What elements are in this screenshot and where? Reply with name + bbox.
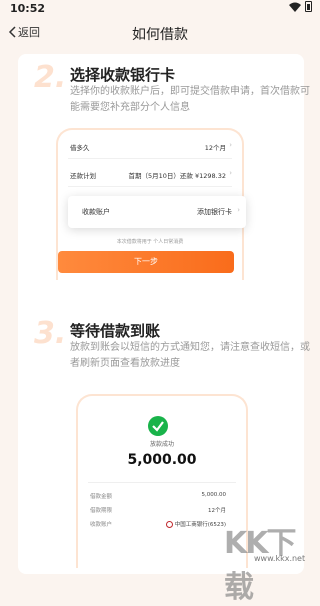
step-title: 等待借款到账 [70,322,161,340]
detail-label: 借款金额 [90,494,113,500]
nav-bar: 返回 如何借款 [0,18,320,48]
step-number: 2. [34,60,67,95]
bank-label: 收款账户 [82,208,110,216]
battery-icon [305,1,312,12]
row-label: 还款计划 [70,172,96,180]
step-description: 放款到账会以短信的方式通知您，请注意查收短信，或者刷新页面查看放款进度 [70,342,310,369]
row-value: 12个月 [204,144,226,152]
step-number: 3. [34,316,67,351]
bank-value: 添加银行卡 [197,208,232,216]
wifi-icon [289,2,301,12]
next-button: 下一步 [58,251,234,273]
status-icons [289,1,312,12]
success-check-icon [148,416,168,436]
bank-logo-icon [165,521,173,528]
detail-value: 5,000.00 [201,492,227,498]
chevron-right-icon: › [237,206,240,214]
disbursement-status: 放款成功 [149,441,174,448]
divider [88,482,236,483]
step-description: 选择你的收款账户后，即可提交借款申请，首次借款可能需要您补充部分个人信息 [70,86,310,113]
form-row: 还款计划 首期（5月10日）还款 ¥1298.32 › [68,162,232,187]
step-title: 选择收款银行卡 [70,66,176,84]
chevron-right-icon: › [229,141,232,149]
detail-row: 借款金额 5,000.00 [90,492,226,502]
bank-account-row: 收款账户 添加银行卡 › [68,196,246,228]
watermark-url: www.kkx.net [254,554,306,563]
detail-label: 借款期限 [90,508,113,514]
loan-purpose-note: 本次借款将用于 个人日常消费 [116,239,184,245]
detail-label: 收款账户 [90,522,113,528]
row-label: 借多久 [70,144,90,152]
form-row: 借多久 12个月 › [68,134,232,159]
chevron-right-icon: › [229,169,232,177]
status-time: 10:52 [10,2,46,15]
watermark: KK下载 www.kkx.net [194,512,316,605]
status-bar: 10:52 [0,0,320,18]
row-value: 首期（5月10日）还款 ¥1298.32 [128,172,227,180]
disbursed-amount: 5,000.00 [127,452,197,468]
page-title: 如何借款 [132,27,188,43]
